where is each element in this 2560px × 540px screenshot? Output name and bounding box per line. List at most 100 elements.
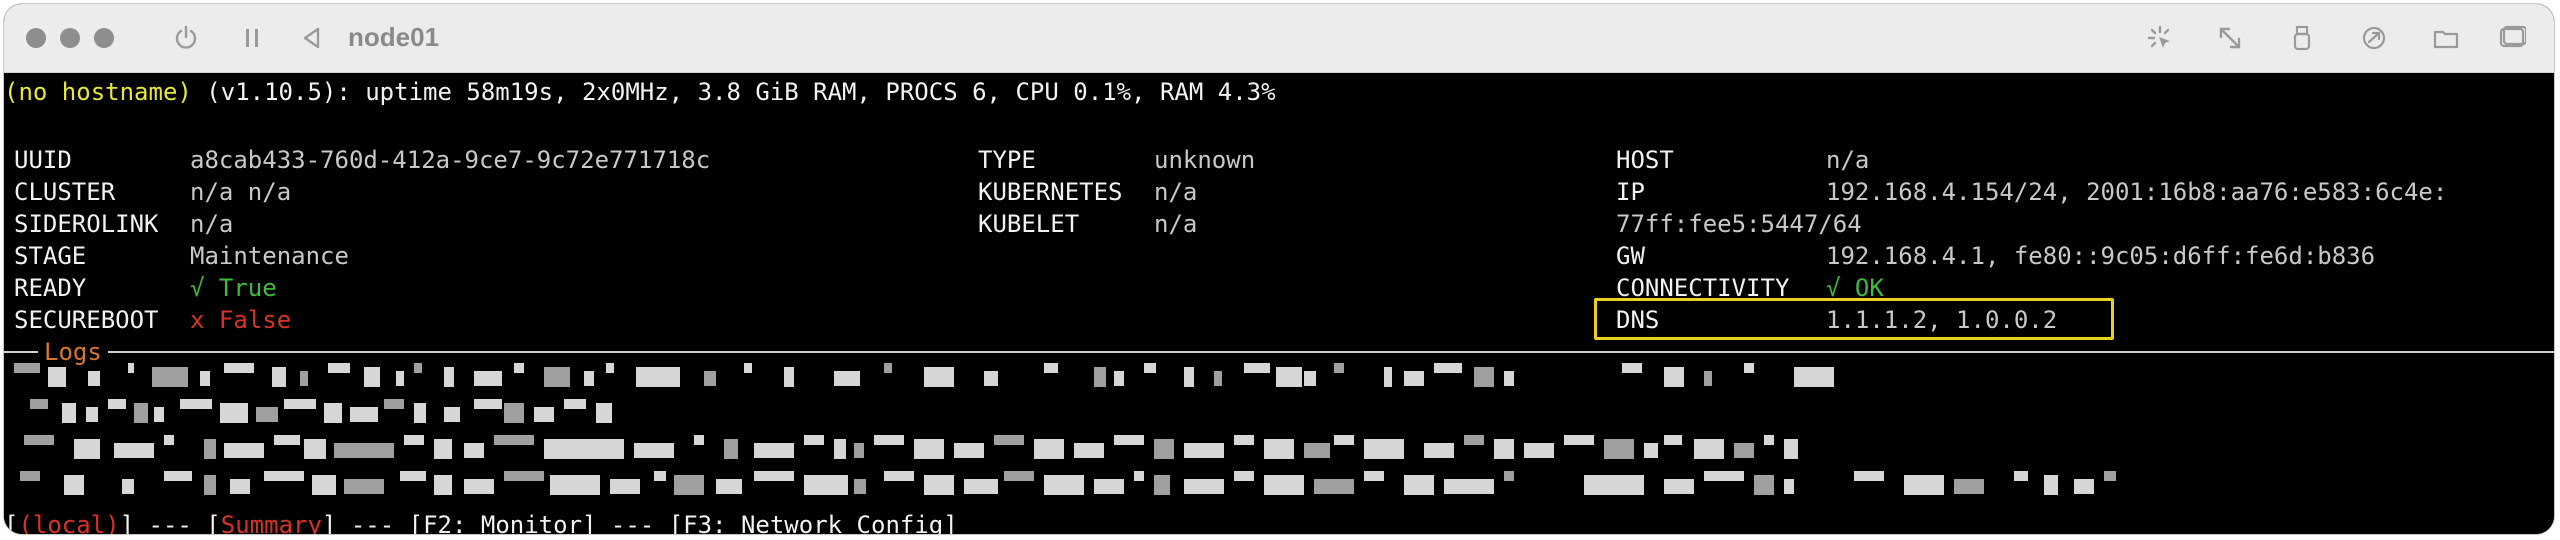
redacted-log-block — [716, 479, 742, 494]
redacted-log-block — [264, 471, 304, 481]
back-icon[interactable] — [298, 24, 326, 52]
gw-value: 192.168.4.1, fe80::9c05:d6ff:fe6d:b836 — [1826, 242, 2376, 270]
redacted-log-block — [754, 443, 794, 458]
footer-shortcuts: --- [F2: Monitor] --- [F3: Network Confi… — [336, 511, 958, 534]
redacted-log-block — [114, 443, 154, 458]
redacted-log-block — [1664, 479, 1694, 494]
tab-local[interactable]: (local) — [18, 511, 119, 534]
redacted-log-block — [2104, 471, 2116, 481]
tab-summary[interactable]: Summary — [221, 511, 322, 534]
redacted-log-block — [704, 371, 716, 386]
folder-icon[interactable] — [2432, 24, 2460, 52]
redacted-log-block — [164, 471, 192, 481]
status-summary: (v1.10.5): uptime 58m19s, 2x0MHz, 3.8 Gi… — [191, 78, 1276, 106]
redacted-log-block — [1664, 435, 1682, 445]
redacted-log-block — [74, 439, 100, 459]
redacted-log-block — [364, 367, 380, 387]
redacted-log-block — [804, 475, 848, 495]
redacted-log-block — [474, 371, 502, 386]
redacted-log-block — [544, 367, 570, 387]
redacted-log-block — [954, 443, 984, 458]
redacted-log-block — [14, 363, 40, 373]
redacted-log-block — [400, 471, 426, 481]
title-bar: node01 — [4, 4, 2554, 73]
redacted-log-block — [464, 479, 494, 494]
ip-value-line1: 192.168.4.154/24, 2001:16b8:aa76:e583:6c… — [1826, 178, 2448, 206]
host-label: HOST — [1616, 146, 1674, 174]
display-icon[interactable] — [2498, 24, 2526, 52]
redacted-log-block — [350, 407, 378, 422]
redacted-log-block — [312, 475, 336, 495]
redacted-log-block — [884, 471, 914, 481]
redacted-log-block — [504, 403, 524, 423]
redacted-log-block — [1474, 367, 1494, 387]
redacted-log-block — [1694, 439, 1724, 459]
redacted-log-block — [1094, 479, 1124, 494]
redacted-log-block — [48, 367, 66, 387]
redacted-log-block — [1604, 439, 1634, 459]
stage-value: Maintenance — [190, 242, 349, 270]
redacted-log-block — [1784, 479, 1794, 494]
redacted-log-block — [224, 443, 264, 458]
resize-icon[interactable] — [2216, 24, 2244, 52]
ip-label: IP — [1616, 178, 1645, 206]
usb-icon[interactable] — [2288, 24, 2316, 52]
ready-label: READY — [14, 274, 87, 302]
minimize-window-button[interactable] — [60, 28, 80, 48]
share-icon[interactable] — [2360, 24, 2388, 52]
gw-label: GW — [1616, 242, 1645, 270]
redacted-log-block — [444, 367, 454, 387]
redacted-log-block — [924, 367, 954, 387]
redacted-log-block — [1904, 475, 1944, 495]
logs-divider — [4, 351, 2554, 353]
redacted-log-block — [434, 439, 452, 459]
redacted-log-block — [1114, 371, 1124, 386]
logs-panel[interactable] — [4, 363, 2554, 531]
uuid-value: a8cab433-760d-412a-9ce7-9c72e771718c — [190, 146, 711, 174]
redacted-log-block — [434, 475, 452, 495]
redacted-log-block — [1304, 371, 1316, 386]
pause-icon[interactable] — [238, 24, 266, 52]
redacted-log-block — [1384, 367, 1392, 387]
redacted-log-block — [200, 371, 210, 386]
redacted-log-block — [224, 363, 254, 373]
redacted-log-block — [1754, 475, 1774, 495]
redacted-log-block — [464, 443, 484, 458]
redacted-log-block — [1234, 471, 1254, 481]
redacted-log-block — [334, 443, 394, 458]
redacted-log-block — [1584, 475, 1644, 495]
redacted-log-block — [328, 363, 350, 373]
redacted-log-block — [230, 479, 250, 494]
redacted-log-block — [1276, 367, 1302, 387]
redacted-log-block — [804, 435, 824, 445]
redacted-log-block — [874, 435, 904, 445]
redacted-log-block — [1504, 371, 1514, 386]
redacted-log-block — [2074, 479, 2094, 494]
redacted-log-block — [1304, 443, 1330, 458]
redacted-log-block — [1494, 439, 1514, 459]
redacted-log-block — [1264, 475, 1304, 495]
redacted-log-block — [24, 435, 54, 445]
redacted-log-block — [474, 399, 502, 409]
redacted-log-block — [384, 399, 404, 409]
redacted-log-block — [964, 479, 998, 494]
redacted-log-block — [1764, 435, 1774, 445]
redacted-log-block — [744, 363, 752, 373]
redacted-log-block — [414, 403, 426, 423]
redacted-log-block — [2044, 475, 2058, 495]
redacted-log-block — [1424, 443, 1454, 458]
pointer-icon[interactable] — [2146, 24, 2174, 52]
redacted-log-block — [1234, 435, 1254, 445]
zoom-window-button[interactable] — [94, 28, 114, 48]
terminal-screen[interactable]: (no hostname) (v1.10.5): uptime 58m19s, … — [4, 73, 2554, 534]
redacted-log-block — [1704, 371, 1712, 386]
close-window-button[interactable] — [26, 28, 46, 48]
power-icon[interactable] — [172, 24, 200, 52]
redacted-log-block — [984, 371, 998, 386]
redacted-log-block — [1404, 475, 1434, 495]
vm-window: node01 (no hostname) (v1.10.5): uptime 5… — [4, 4, 2554, 534]
redacted-log-block — [272, 367, 286, 387]
redacted-log-block — [1094, 367, 1106, 387]
redacted-log-block — [154, 407, 164, 422]
redacted-log-block — [636, 367, 680, 387]
